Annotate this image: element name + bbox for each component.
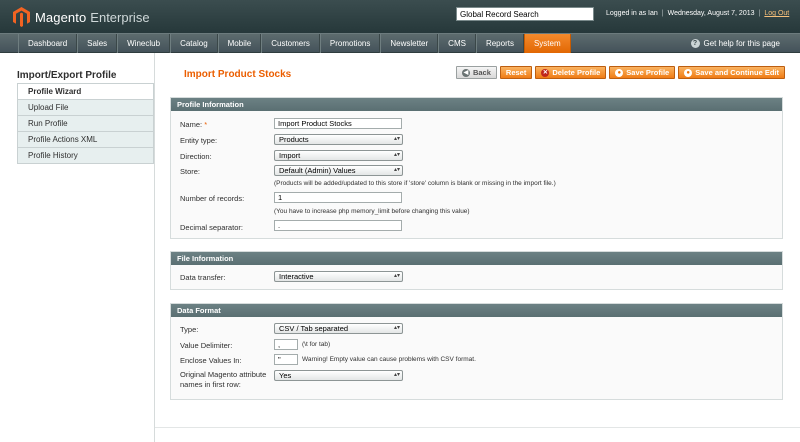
- file-information-fieldset: File Information Data transfer: Interact…: [170, 251, 783, 290]
- tab-profile-actions-xml[interactable]: Profile Actions XML: [17, 132, 154, 148]
- original-attribute-names-select[interactable]: Yes ▴▾: [274, 370, 403, 381]
- entity-type-label: Entity type:: [180, 136, 218, 145]
- select-arrows-icon: ▴▾: [393, 136, 400, 142]
- nav-sales[interactable]: Sales: [77, 34, 118, 53]
- save-label: Save Profile: [626, 68, 670, 77]
- separator: |: [661, 10, 664, 17]
- page-title-icon: [170, 70, 179, 79]
- save-icon: ●: [615, 68, 624, 77]
- select-arrows-icon: ▴▾: [393, 325, 400, 331]
- back-arrow-icon: ◀: [461, 68, 470, 77]
- delete-profile-button[interactable]: ✕ Delete Profile: [535, 66, 607, 79]
- brand-edition: Enterprise: [90, 9, 150, 25]
- original-attribute-names-label: Original Magento attribute names in first…: [180, 370, 267, 389]
- logged-in-text: Logged in as Ian: [606, 10, 658, 17]
- enclose-warning: Warning! Empty value can cause problems …: [302, 356, 476, 363]
- sidebar: Import/Export Profile Profile Wizard Upl…: [17, 68, 154, 164]
- nav-system[interactable]: System: [523, 34, 571, 53]
- name-input[interactable]: Import Product Stocks: [274, 118, 402, 129]
- help-text: Get help for this page: [703, 39, 781, 48]
- nav-newsletter[interactable]: Newsletter: [380, 34, 439, 53]
- delete-label: Delete Profile: [552, 68, 601, 77]
- footer-divider: [155, 427, 800, 428]
- fieldset-heading: Profile Information: [171, 98, 782, 111]
- enclose-values-input[interactable]: ": [274, 354, 298, 365]
- save-continue-icon: ●: [684, 68, 693, 77]
- value-delimiter-input[interactable]: ,: [274, 339, 298, 350]
- sidebar-title: Import/Export Profile: [17, 70, 117, 81]
- records-note: (You have to increase php memory_limit b…: [274, 208, 470, 215]
- save-continue-button[interactable]: ● Save and Continue Edit: [678, 66, 785, 79]
- name-label: Name: *: [180, 120, 208, 129]
- nav-promotions[interactable]: Promotions: [319, 34, 381, 53]
- divider: [154, 53, 155, 442]
- entity-type-select[interactable]: Products ▴▾: [274, 134, 403, 145]
- tab-profile-wizard[interactable]: Profile Wizard: [17, 84, 154, 100]
- brand-name: Magento: [35, 9, 87, 25]
- reset-button[interactable]: Reset: [499, 66, 533, 79]
- page-title: Import Product Stocks: [184, 69, 292, 80]
- number-of-records-input[interactable]: 1: [274, 192, 402, 203]
- data-transfer-select[interactable]: Interactive ▴▾: [274, 271, 403, 282]
- global-search-input[interactable]: [456, 7, 594, 21]
- tab-run-profile[interactable]: Run Profile: [17, 116, 154, 132]
- type-select[interactable]: CSV / Tab separated ▴▾: [274, 323, 403, 334]
- profile-information-fieldset: Profile Information Name: * Import Produ…: [170, 97, 783, 239]
- header-user-info: Logged in as Ian | Wednesday, August 7, …: [606, 10, 789, 17]
- store-select[interactable]: Default (Admin) Values ▴▾: [274, 165, 403, 176]
- help-icon: ?: [690, 39, 700, 48]
- save-profile-button[interactable]: ● Save Profile: [609, 66, 676, 79]
- select-arrows-icon: ▴▾: [393, 167, 400, 173]
- magento-logo[interactable]: Magento Enterprise: [13, 6, 150, 28]
- delete-icon: ✕: [541, 68, 550, 77]
- nav-dashboard[interactable]: Dashboard: [18, 34, 78, 53]
- store-note: (Products will be added/updated to this …: [274, 180, 556, 187]
- nav-wineclub[interactable]: Wineclub: [117, 34, 171, 53]
- nav-catalog[interactable]: Catalog: [170, 34, 218, 53]
- separator: |: [758, 10, 761, 17]
- decimal-separator-input[interactable]: .: [274, 220, 402, 231]
- admin-header: Magento Enterprise Logged in as Ian | We…: [0, 0, 800, 33]
- enclose-values-label: Enclose Values In:: [180, 356, 242, 365]
- logout-link[interactable]: Log Out: [764, 10, 789, 17]
- tab-profile-history[interactable]: Profile History: [17, 148, 154, 164]
- back-label: Back: [472, 68, 491, 77]
- fieldset-heading: File Information: [171, 252, 782, 265]
- back-button[interactable]: ◀ Back: [455, 66, 497, 79]
- decimal-separator-label: Decimal separator:: [180, 223, 243, 232]
- save-continue-label: Save and Continue Edit: [695, 68, 779, 77]
- nav-customers[interactable]: Customers: [261, 34, 320, 53]
- data-transfer-label: Data transfer:: [180, 273, 226, 282]
- current-date: Wednesday, August 7, 2013: [667, 10, 755, 17]
- type-label: Type:: [180, 325, 199, 334]
- select-arrows-icon: ▴▾: [393, 372, 400, 378]
- delimiter-note: (\t for tab): [302, 341, 331, 348]
- data-format-fieldset: Data Format Type: CSV / Tab separated ▴▾ …: [170, 303, 783, 400]
- select-arrows-icon: ▴▾: [393, 273, 400, 279]
- nav-cms[interactable]: CMS: [438, 34, 476, 53]
- direction-select[interactable]: Import ▴▾: [274, 150, 403, 161]
- sidebar-tabs: Profile Wizard Upload File Run Profile P…: [17, 83, 154, 164]
- nav-mobile[interactable]: Mobile: [217, 34, 262, 53]
- tab-upload-file[interactable]: Upload File: [17, 100, 154, 116]
- direction-label: Direction:: [180, 152, 212, 161]
- select-arrows-icon: ▴▾: [393, 152, 400, 158]
- help-link[interactable]: ? Get help for this page: [690, 37, 781, 50]
- page-actions: ◀ Back Reset ✕ Delete Profile ● Save Profil…: [455, 66, 785, 79]
- reset-label: Reset: [505, 68, 527, 77]
- number-of-records-label: Number of records:: [180, 194, 245, 203]
- fieldset-heading: Data Format: [171, 304, 782, 317]
- magento-logo-icon: [13, 7, 30, 27]
- store-label: Store:: [180, 167, 201, 176]
- value-delimiter-label: Value Delimiter:: [180, 341, 233, 350]
- nav-reports[interactable]: Reports: [475, 34, 524, 53]
- main-nav: Dashboard Sales Wineclub Catalog Mobile …: [0, 33, 800, 53]
